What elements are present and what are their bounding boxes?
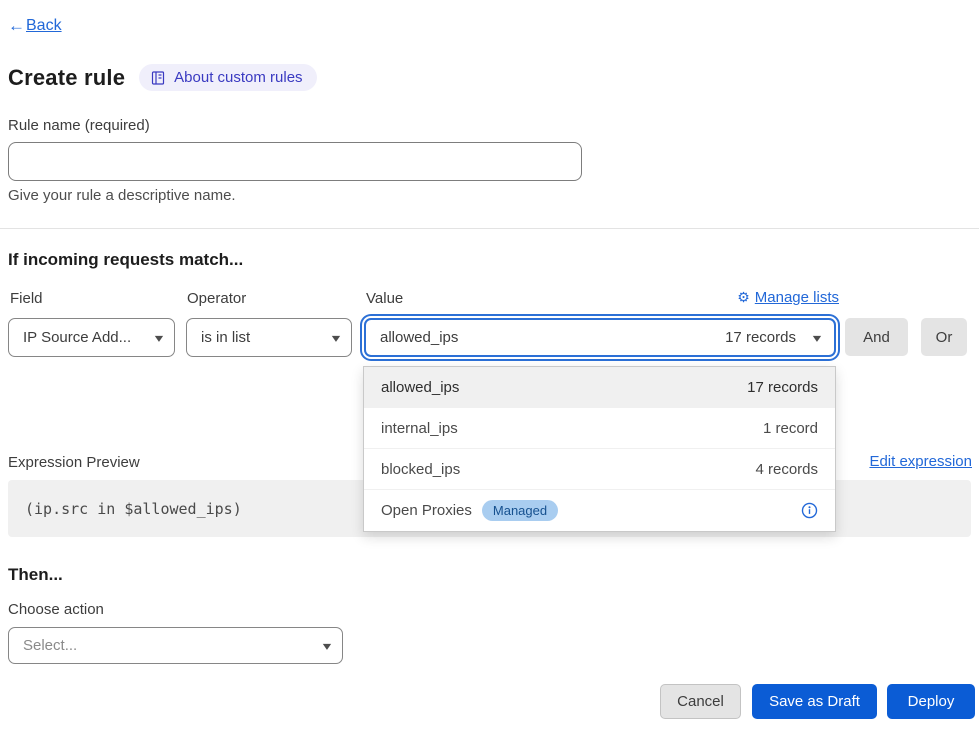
expression-code: (ip.src in $allowed_ips)	[25, 500, 242, 518]
back-link[interactable]: ←Back	[8, 16, 62, 36]
cancel-button[interactable]: Cancel	[660, 684, 741, 719]
and-button[interactable]: And	[845, 318, 908, 356]
list-option-name: blocked_ips	[381, 461, 460, 478]
save-as-draft-button[interactable]: Save as Draft	[752, 684, 877, 719]
manage-lists-label: Manage lists	[755, 289, 839, 306]
value-select-value: allowed_ips	[380, 329, 458, 346]
list-option-name: allowed_ips	[381, 379, 459, 396]
field-select[interactable]: IP Source Add... ▾	[8, 318, 175, 357]
deploy-button[interactable]: Deploy	[887, 684, 975, 719]
list-option-internal-ips[interactable]: internal_ips 1 record	[364, 408, 835, 449]
list-option-detail: 4 records	[755, 461, 818, 478]
field-select-value: IP Source Add...	[23, 329, 131, 346]
about-custom-rules-link[interactable]: About custom rules	[139, 64, 316, 91]
rule-name-input[interactable]	[8, 142, 582, 181]
list-option-detail: 1 record	[763, 420, 818, 437]
value-column-label: Value	[366, 290, 403, 307]
book-icon	[150, 70, 166, 86]
about-badge-label: About custom rules	[174, 69, 302, 86]
list-option-blocked-ips[interactable]: blocked_ips 4 records	[364, 449, 835, 490]
list-option-detail: 17 records	[747, 379, 818, 396]
operator-select[interactable]: is in list ▾	[186, 318, 352, 357]
back-arrow-icon: ←	[8, 16, 25, 36]
action-select-placeholder: Select...	[23, 637, 77, 654]
rule-name-label: Rule name (required)	[8, 117, 150, 134]
list-option-name: Open Proxies	[381, 502, 472, 519]
or-button[interactable]: Or	[921, 318, 967, 356]
manage-lists-link[interactable]: ⚙ Manage lists	[737, 289, 839, 306]
choose-action-label: Choose action	[8, 601, 104, 618]
field-column-label: Field	[10, 290, 43, 307]
title-row: Create rule About custom rules	[8, 64, 317, 91]
gear-icon: ⚙	[737, 289, 750, 306]
value-dropdown-panel: allowed_ips 17 records internal_ips 1 re…	[363, 366, 836, 532]
chevron-down-icon: ▾	[155, 332, 163, 344]
list-option-open-proxies[interactable]: Open Proxies Managed	[364, 490, 835, 531]
then-section-heading: Then...	[8, 565, 63, 585]
list-option-allowed-ips[interactable]: allowed_ips 17 records	[364, 367, 835, 408]
match-section-heading: If incoming requests match...	[8, 250, 243, 270]
managed-badge: Managed	[482, 500, 558, 521]
value-select[interactable]: allowed_ips 17 records ▾	[364, 318, 836, 357]
back-link-label: Back	[26, 17, 62, 35]
edit-expression-link[interactable]: Edit expression	[869, 453, 972, 470]
chevron-down-icon: ▾	[813, 332, 821, 344]
value-select-records: 17 records	[725, 329, 796, 346]
info-icon[interactable]	[801, 502, 818, 519]
expression-preview-label: Expression Preview	[8, 454, 140, 471]
section-divider	[0, 228, 979, 229]
operator-column-label: Operator	[187, 290, 246, 307]
rule-name-helper-text: Give your rule a descriptive name.	[8, 187, 236, 204]
action-select[interactable]: Select... ▾	[8, 627, 343, 664]
list-option-name: internal_ips	[381, 420, 458, 437]
operator-select-value: is in list	[201, 329, 250, 346]
chevron-down-icon: ▾	[323, 640, 331, 652]
page-title: Create rule	[8, 65, 125, 91]
chevron-down-icon: ▾	[332, 332, 340, 344]
